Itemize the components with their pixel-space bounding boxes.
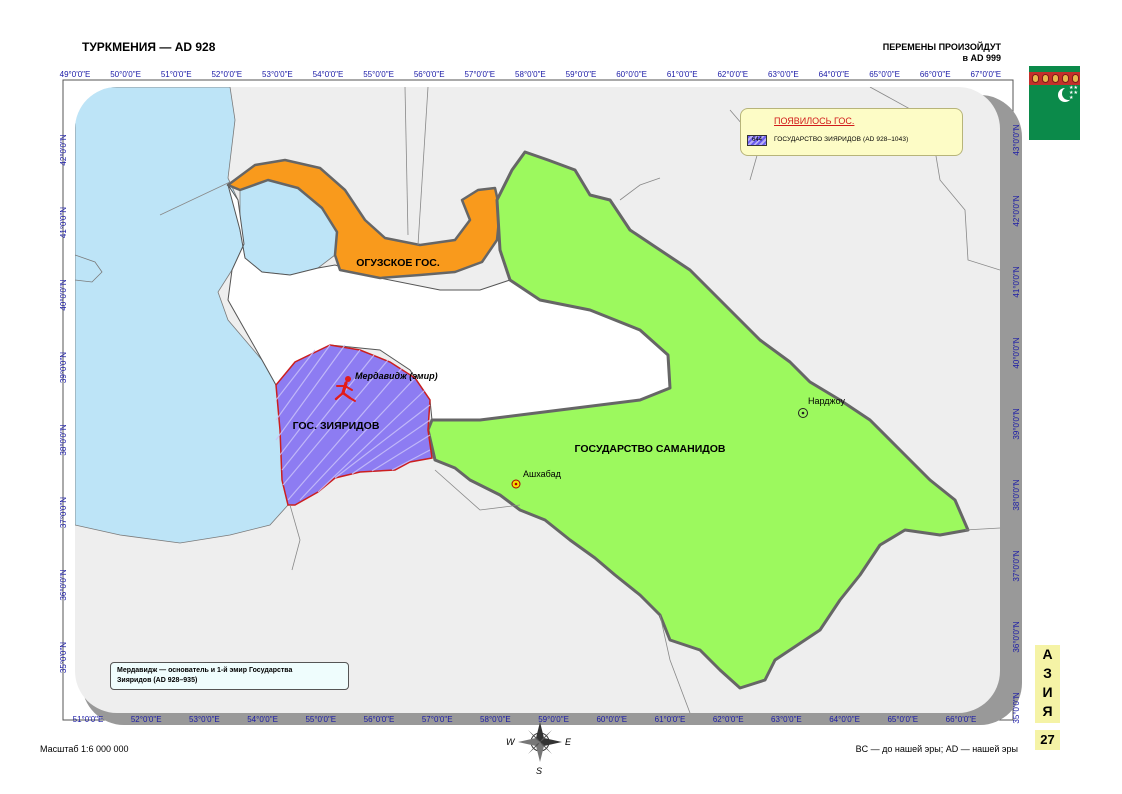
axis-tick-label: 65°0'0"E bbox=[869, 70, 900, 79]
page-number: 27 bbox=[1035, 730, 1060, 750]
axis-tick-label: 61°0'0"E bbox=[655, 715, 686, 724]
axis-tick-label: 60°0'0"E bbox=[616, 70, 647, 79]
axis-tick-label: 52°0'0"E bbox=[131, 715, 162, 724]
axis-tick-label: 55°0'0"E bbox=[305, 715, 336, 724]
region-label-ziyarid: ГОС. ЗИЯРИДОВ bbox=[293, 420, 380, 432]
axis-tick-label: 65°0'0"E bbox=[887, 715, 918, 724]
axis-tick-label: 57°0'0"E bbox=[464, 70, 495, 79]
axis-right-latitudes: 43°0'0"N 42°0'0"N 41°0'0"N 40°0'0"N 39°0'0"N… bbox=[1012, 124, 1021, 723]
axis-tick-label: 59°0'0"E bbox=[538, 715, 569, 724]
legend: ПОЯВИЛОСЬ ГОС. 644 ГОСУДАРСТВО ЗИЯРИДОВ … bbox=[740, 108, 963, 156]
axis-tick-label: 39°0'0"N bbox=[1012, 408, 1021, 439]
axis-tick-label: 50°0'0"E bbox=[110, 70, 141, 79]
map-content bbox=[75, 87, 1000, 713]
era-note: BC — до нашей эры; AD — нашей эры bbox=[855, 744, 1018, 754]
region-label-oguz: ОГУЗСКОЕ ГОС. bbox=[356, 257, 440, 269]
axis-tick-label: 51°0'0"E bbox=[73, 715, 104, 724]
compass-west: W bbox=[506, 737, 516, 747]
axis-tick-label: 42°0'0"N bbox=[59, 134, 68, 165]
axis-tick-label: 36°0'0"N bbox=[59, 569, 68, 600]
region-label-samanid: ГОСУДАРСТВО САМАНИДОВ bbox=[575, 443, 726, 455]
note-line-2: Зияридов (AD 928–935) bbox=[117, 677, 198, 684]
event-label: Мердавидж (эмир) bbox=[355, 371, 438, 381]
city-label-nardzhou: Нарджоу bbox=[808, 396, 845, 406]
axis-tick-label: 53°0'0"E bbox=[189, 715, 220, 724]
axis-tick-label: 52°0'0"E bbox=[211, 70, 242, 79]
section-letter: З bbox=[1043, 665, 1052, 681]
legend-item-ziyarid: ГОСУДАРСТВО ЗИЯРИДОВ (AD 928–1043) bbox=[774, 136, 909, 143]
axis-tick-label: 53°0'0"E bbox=[262, 70, 293, 79]
axis-tick-label: 61°0'0"E bbox=[667, 70, 698, 79]
axis-tick-label: 54°0'0"E bbox=[313, 70, 344, 79]
axis-tick-label: 63°0'0"E bbox=[768, 70, 799, 79]
axis-tick-label: 64°0'0"E bbox=[819, 70, 850, 79]
axis-tick-label: 67°0'0"E bbox=[970, 70, 1001, 79]
axis-tick-label: 60°0'0"E bbox=[596, 715, 627, 724]
axis-top-longitudes: 49°0'0"E 50°0'0"E 51°0'0"E 52°0'0"E 53°0'0"E… bbox=[60, 70, 1002, 79]
axis-tick-label: 40°0'0"N bbox=[59, 279, 68, 310]
axis-tick-label: 36°0'0"N bbox=[1012, 621, 1021, 652]
axis-tick-label: 58°0'0"E bbox=[480, 715, 511, 724]
map-scale: Масштаб 1:6 000 000 bbox=[40, 744, 129, 754]
section-letter: И bbox=[1042, 684, 1053, 700]
axis-tick-label: 66°0'0"E bbox=[946, 715, 977, 724]
axis-tick-label: 51°0'0"E bbox=[161, 70, 192, 79]
axis-tick-label: 38°0'0"N bbox=[59, 424, 68, 455]
section-tab-asia: А З И Я bbox=[1035, 645, 1060, 723]
axis-tick-label: 56°0'0"E bbox=[364, 715, 395, 724]
axis-tick-label: 49°0'0"E bbox=[60, 70, 91, 79]
legend-title: ПОЯВИЛОСЬ ГОС. bbox=[774, 116, 855, 126]
axis-tick-label: 62°0'0"E bbox=[713, 715, 744, 724]
axis-tick-label: 59°0'0"E bbox=[566, 70, 597, 79]
axis-tick-label: 63°0'0"E bbox=[771, 715, 802, 724]
axis-tick-label: 57°0'0"E bbox=[422, 715, 453, 724]
axis-tick-label: 41°0'0"N bbox=[59, 207, 68, 238]
note-box: Мердавидж — основатель и 1-й эмир Госуда… bbox=[110, 662, 349, 690]
axis-tick-label: 64°0'0"E bbox=[829, 715, 860, 724]
section-letter: А bbox=[1042, 646, 1053, 662]
city-label-ashgabat: Ашхабад bbox=[523, 469, 562, 479]
axis-tick-label: 55°0'0"E bbox=[363, 70, 394, 79]
section-letter: Я bbox=[1042, 703, 1053, 719]
compass-east: E bbox=[565, 737, 572, 747]
axis-tick-label: 43°0'0"N bbox=[1012, 124, 1021, 155]
axis-tick-label: 37°0'0"N bbox=[1012, 550, 1021, 581]
axis-tick-label: 41°0'0"N bbox=[1012, 266, 1021, 297]
legend-swatch: 644 bbox=[747, 135, 767, 146]
axis-tick-label: 58°0'0"E bbox=[515, 70, 546, 79]
axis-tick-label: 38°0'0"N bbox=[1012, 479, 1021, 510]
note-line-1: Мердавидж — основатель и 1-й эмир Госуда… bbox=[117, 667, 293, 674]
compass-south: S bbox=[536, 766, 542, 776]
axis-tick-label: 62°0'0"E bbox=[717, 70, 748, 79]
axis-tick-label: 39°0'0"N bbox=[59, 352, 68, 383]
axis-tick-label: 35°0'0"N bbox=[59, 642, 68, 673]
axis-tick-label: 66°0'0"E bbox=[920, 70, 951, 79]
axis-tick-label: 54°0'0"E bbox=[247, 715, 278, 724]
axis-tick-label: 40°0'0"N bbox=[1012, 337, 1021, 368]
axis-tick-label: 42°0'0"N bbox=[1012, 195, 1021, 226]
axis-tick-label: 37°0'0"N bbox=[59, 497, 68, 528]
axis-tick-label: 35°0'0"N bbox=[1012, 692, 1021, 723]
compass-rose-icon: W E S bbox=[506, 722, 572, 776]
axis-tick-label: 56°0'0"E bbox=[414, 70, 445, 79]
